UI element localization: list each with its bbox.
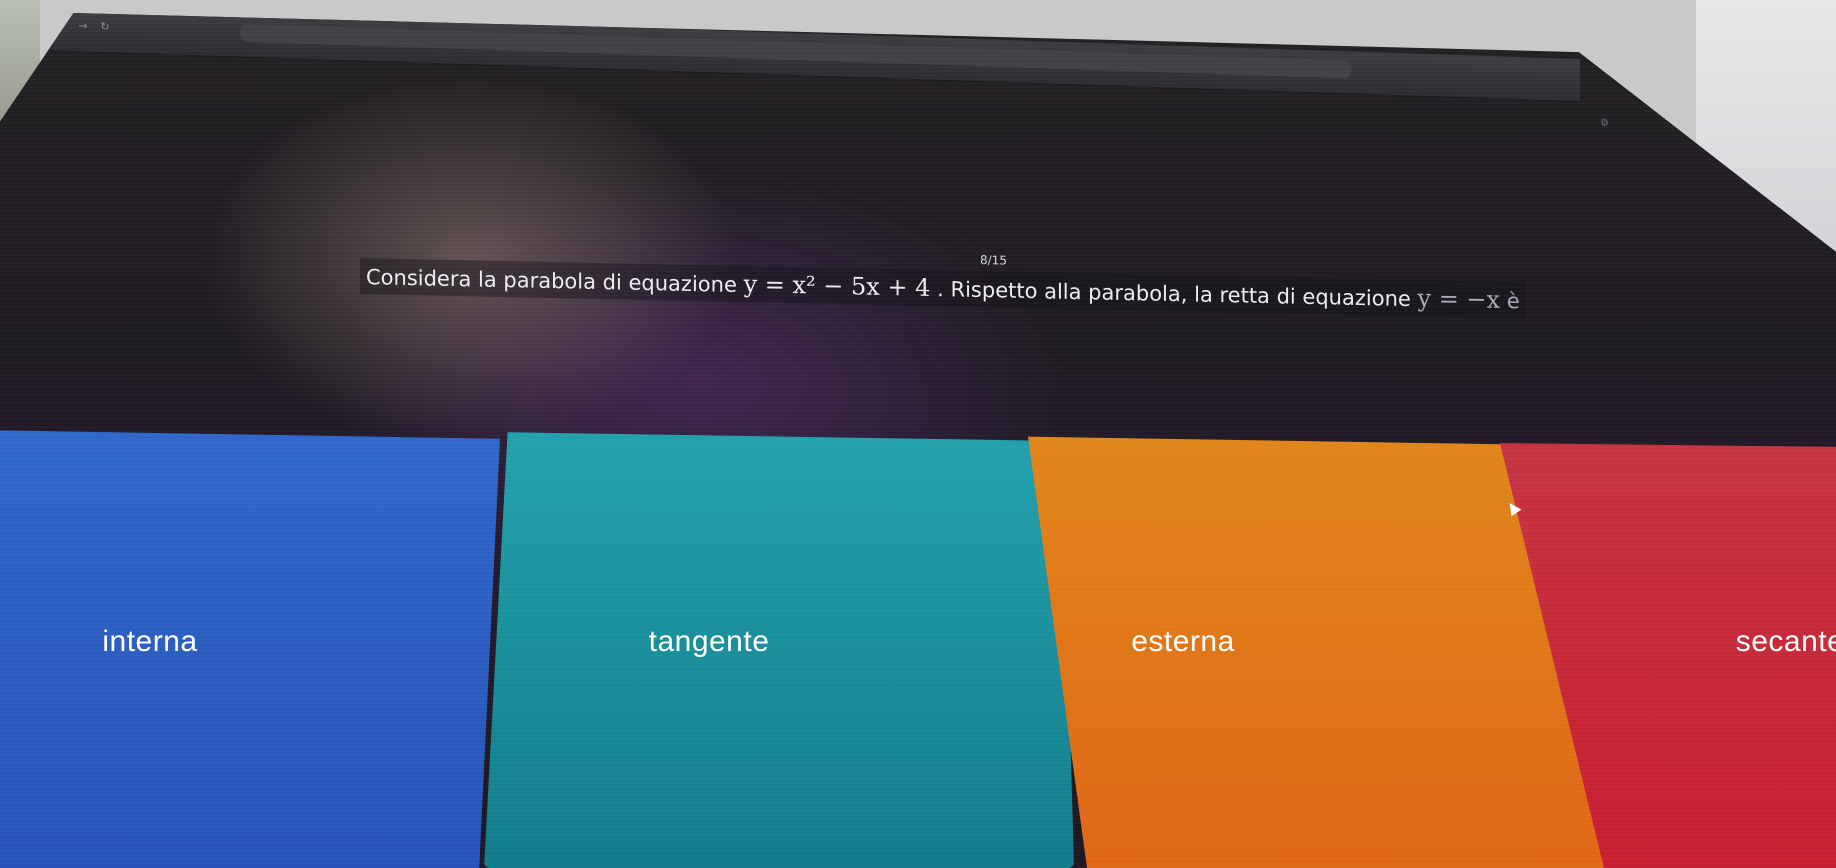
question-middle: . Rispetto alla parabola, la retta di eq… (937, 277, 1411, 312)
answer-option-interna[interactable]: interna (0, 430, 500, 868)
question-prefix: Considera la parabola di equazione (366, 265, 737, 297)
question-counter: 8/15 (980, 252, 1007, 268)
address-bar[interactable] (240, 23, 1352, 79)
top-right-controls[interactable]: ⚙ (1600, 118, 1609, 130)
question-text: Considera la parabola di equazione y = x… (360, 258, 1526, 319)
answer-label: interna (102, 625, 198, 658)
browser-toolbar: ← → ↻ (40, 13, 1580, 103)
answer-options: interna tangente esterna secante (0, 430, 1836, 868)
answer-option-tangente[interactable]: tangente (484, 432, 1074, 868)
photo-stage: ← → ↻ ⚙ 8/15 Considera la parabola di eq… (0, 0, 1836, 868)
arrow-right-icon[interactable]: → (76, 19, 90, 33)
equation-parabola: y = x² − 5x + 4 (743, 270, 931, 302)
arrow-left-icon[interactable]: ← (54, 18, 68, 32)
reload-icon[interactable]: ↻ (98, 20, 112, 34)
settings-icon[interactable]: ⚙ (1600, 118, 1609, 130)
monitor-screen: ← → ↻ ⚙ 8/15 Considera la parabola di eq… (0, 13, 1836, 868)
answer-label: secante (1735, 625, 1836, 658)
question-area: 8/15 Considera la parabola di equazione … (360, 240, 1580, 346)
question-suffix: è (1506, 289, 1520, 314)
equation-line: y = −x (1417, 284, 1501, 314)
answer-label: tangente (648, 625, 770, 658)
